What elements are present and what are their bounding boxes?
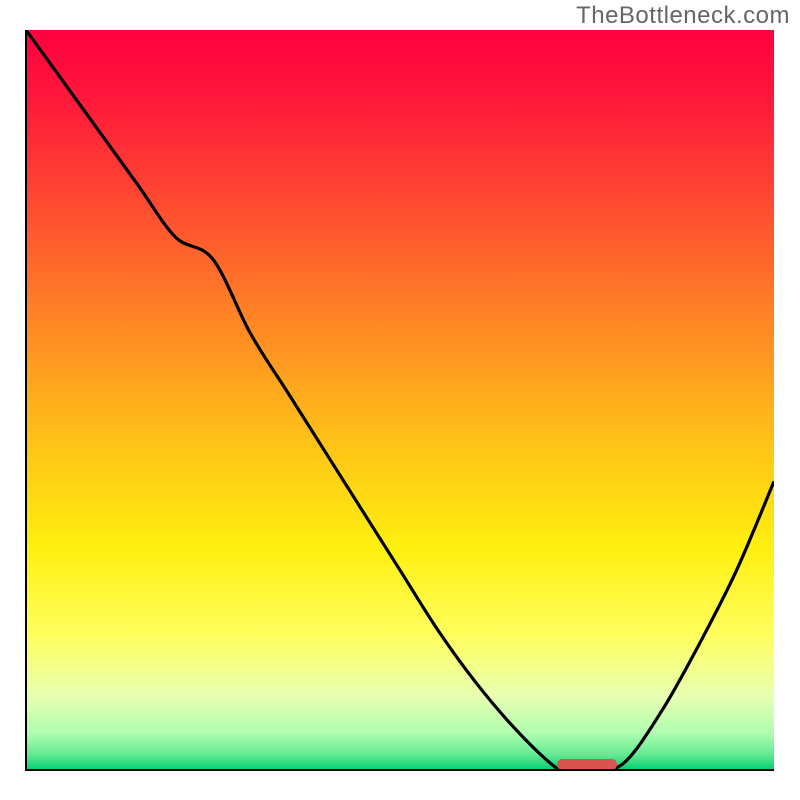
watermark-text: TheBottleneck.com — [576, 2, 790, 30]
chart-background — [26, 30, 774, 770]
optimal-range-marker — [557, 759, 617, 770]
bottleneck-chart — [0, 0, 800, 800]
